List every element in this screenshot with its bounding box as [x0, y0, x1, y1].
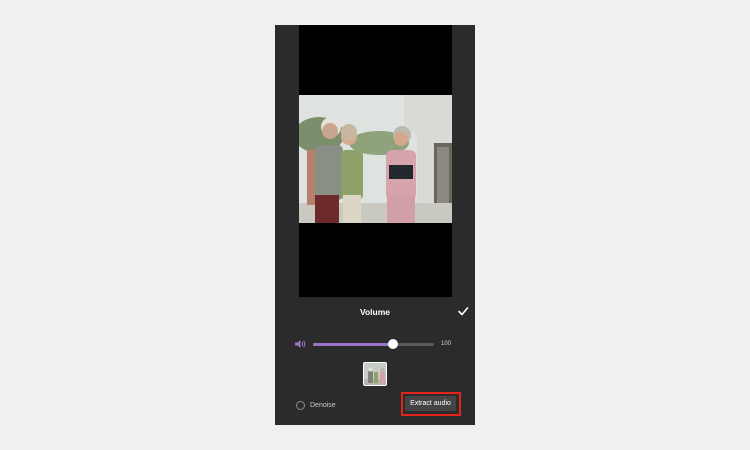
video-preview[interactable] — [299, 25, 452, 297]
volume-value: 100 — [441, 341, 452, 347]
clip-thumbnail-image — [364, 363, 386, 385]
denoise-label: Denoise — [310, 402, 336, 409]
slider-fill — [313, 343, 393, 346]
extract-audio-button[interactable]: Extract audio — [405, 396, 456, 411]
speaker-icon[interactable] — [294, 339, 306, 349]
clip-thumbnail[interactable] — [363, 362, 387, 386]
volume-slider[interactable] — [313, 339, 434, 349]
denoise-toggle[interactable]: Denoise — [296, 401, 336, 410]
extract-audio-highlight: Extract audio — [401, 392, 461, 416]
slider-thumb[interactable] — [387, 339, 398, 349]
volume-panel: Volume 100 Denoise Extract audio — [275, 297, 475, 425]
video-scene — [299, 95, 452, 223]
panel-title: Volume — [359, 307, 391, 317]
editor-screen: Volume 100 Denoise Extract audio — [275, 25, 475, 425]
denoise-radio[interactable] — [296, 401, 305, 410]
video-frame — [299, 95, 452, 223]
checkmark-icon[interactable] — [457, 305, 469, 317]
